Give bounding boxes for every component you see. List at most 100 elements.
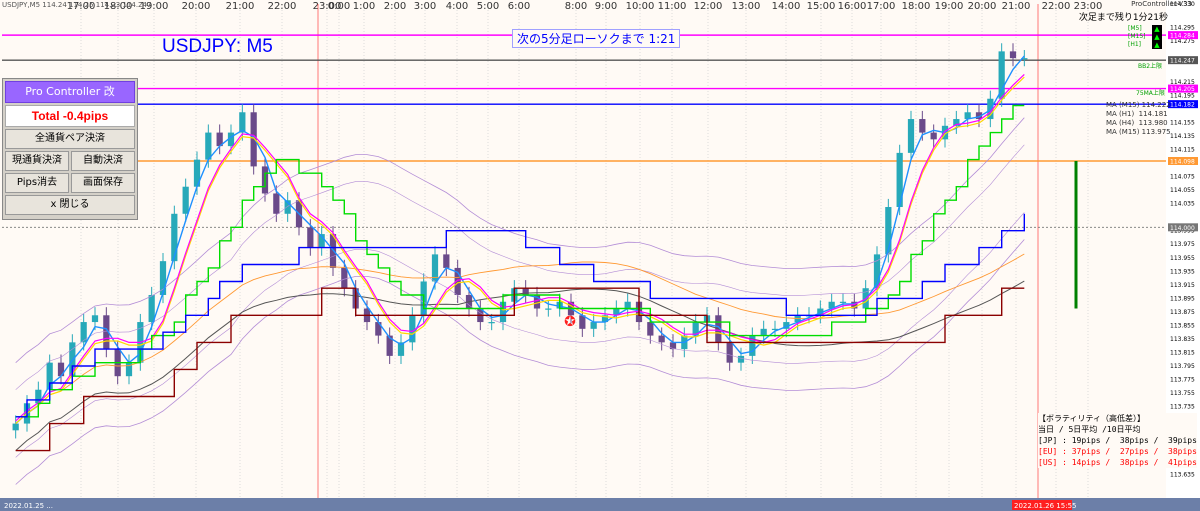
ma-long-line bbox=[15, 280, 1025, 451]
current-pair-close-button[interactable]: 現通貨決済 bbox=[5, 151, 69, 171]
price-level-label: 114.247 bbox=[1170, 58, 1195, 65]
volatility-us: [US] : 14pips / 38pips / 41pips bbox=[1038, 458, 1197, 467]
candle-body bbox=[658, 335, 665, 343]
price-tick-label: 113.775 bbox=[1170, 377, 1195, 384]
price-level-label: 114.000 bbox=[1170, 225, 1195, 232]
time-tick-label: 14:00 bbox=[772, 1, 801, 12]
bb-upper-inner-line bbox=[15, 144, 1025, 390]
total-pips: Total -0.4pips bbox=[5, 105, 135, 127]
candle-body bbox=[522, 288, 529, 295]
candle-body bbox=[171, 213, 178, 262]
volatility-title: 【ボラティリティ（高低差）】 bbox=[1038, 414, 1146, 423]
time-tick-label: 12:00 bbox=[694, 1, 723, 12]
price-tick-label: 113.855 bbox=[1170, 322, 1195, 329]
candle-body bbox=[250, 112, 257, 167]
volatility-eu: [EU] : 37pips / 27pips / 38pips bbox=[1038, 447, 1197, 456]
price-tick-label: 113.915 bbox=[1170, 282, 1195, 289]
time-tick-label: 5:00 bbox=[477, 1, 499, 12]
signal-label-m15: [M15] bbox=[1128, 33, 1146, 40]
candle-body bbox=[91, 315, 99, 323]
bb-lower-line bbox=[15, 239, 1025, 485]
price-level-label: 114.098 bbox=[1170, 158, 1195, 165]
time-tick-label: 8:00 bbox=[565, 1, 587, 12]
green-step-line bbox=[15, 104, 1025, 418]
candle-body bbox=[12, 423, 19, 431]
time-tick-label: 6:00 bbox=[508, 1, 530, 12]
price-tick-label: 113.815 bbox=[1170, 350, 1195, 357]
candle-body bbox=[624, 301, 631, 309]
candle-body bbox=[726, 342, 733, 363]
time-tick-label: 22:00 bbox=[1042, 1, 1071, 12]
volatility-box: 【ボラティリティ（高低差）】 当日 / 5日平均 /10日平均 [JP] : 19p… bbox=[1038, 413, 1197, 468]
price-tick-label: 113.635 bbox=[1170, 471, 1195, 478]
price-tick-label: 114.075 bbox=[1170, 174, 1195, 181]
screen-save-button[interactable]: 画面保存 bbox=[71, 173, 135, 193]
candle-body bbox=[307, 227, 314, 248]
signal-up-icon: ▲ bbox=[1152, 25, 1162, 33]
time-tick-label: 20:00 bbox=[968, 1, 997, 12]
indicator-version: ProController-V33 bbox=[1131, 0, 1192, 8]
candle-body bbox=[737, 355, 745, 363]
all-pairs-close-button[interactable]: 全通貨ペア決済 bbox=[5, 129, 135, 149]
volatility-columns: 当日 / 5日平均 /10日平均 bbox=[1038, 425, 1141, 434]
signal-up-icon: ▲ bbox=[1152, 33, 1162, 41]
candle-body bbox=[205, 132, 212, 160]
time-tick-label: 17:00 bbox=[867, 1, 896, 12]
price-tick-label: 113.875 bbox=[1170, 309, 1195, 316]
price-tick-label: 114.115 bbox=[1170, 146, 1195, 153]
price-tick-label: 113.755 bbox=[1170, 390, 1195, 397]
price-level-label: 114.284 bbox=[1170, 33, 1195, 40]
time-tick-label: 9:00 bbox=[595, 1, 617, 12]
time-tick-label: 13:00 bbox=[732, 1, 761, 12]
price-tick-label: 113.735 bbox=[1170, 404, 1195, 411]
candle-body bbox=[647, 322, 654, 336]
candle-body bbox=[919, 119, 926, 133]
chart-window: 17:00 18:00 19:00 20:00 21:00 22:00 23:00 0:00 1… bbox=[0, 0, 1200, 511]
pips-clear-button[interactable]: Pips消去 bbox=[5, 173, 69, 193]
signal-up-icon: ▲ bbox=[1152, 41, 1162, 49]
signal-label-m5: [M5] bbox=[1128, 25, 1142, 32]
price-tick-label: 114.295 bbox=[1170, 25, 1195, 32]
time-tick-label: 21:00 bbox=[226, 1, 255, 12]
signal-label-h1: [H1] bbox=[1128, 41, 1142, 48]
symbol-title: USDJPY: M5 bbox=[162, 36, 273, 57]
price-tick-label: 113.975 bbox=[1170, 241, 1195, 248]
price-tick-label: 113.835 bbox=[1170, 336, 1195, 343]
ma-yellow-line bbox=[15, 76, 1025, 425]
candle-body bbox=[760, 328, 767, 336]
price-level-label: 114.205 bbox=[1170, 86, 1195, 93]
panel-title[interactable]: Pro Controller 改 bbox=[5, 81, 135, 103]
price-tick-label: 113.935 bbox=[1170, 268, 1195, 275]
bb-upper-line bbox=[15, 117, 1025, 363]
time-tick-label: 19:00 bbox=[935, 1, 964, 12]
price-tick-label: 113.895 bbox=[1170, 295, 1195, 302]
price-chart[interactable]: 17:00 18:00 19:00 20:00 21:00 22:00 23:000:00 1… bbox=[0, 0, 1200, 511]
ma-legend: MA (M15) 114.222 MA (H1) 114.181 MA (H4)… bbox=[1106, 101, 1171, 136]
price-tick-label: 114.135 bbox=[1170, 133, 1195, 140]
price-level-label: 114.182 bbox=[1170, 102, 1195, 109]
star-icon: ✪ bbox=[564, 314, 576, 330]
button-row-1: 現通貨決済 自動決済 bbox=[5, 151, 135, 173]
symbol-info: USDJPY,M5 114.24 114.25 114.23 114.247 bbox=[2, 1, 152, 9]
close-panel-button[interactable]: x 閉じる bbox=[5, 195, 135, 215]
time-tick-label: 15:00 bbox=[807, 1, 836, 12]
auto-close-button[interactable]: 自動決済 bbox=[71, 151, 135, 171]
time-tick-label: 0:00 bbox=[328, 1, 350, 12]
time-tick-label: 2:00 bbox=[384, 1, 406, 12]
time-tick-label: 20:00 bbox=[182, 1, 211, 12]
time-tick-label: 1:00 bbox=[353, 1, 375, 12]
time-tick-label: 22:00 bbox=[268, 1, 297, 12]
candle-body bbox=[159, 261, 167, 295]
blue-step-line bbox=[15, 213, 1025, 418]
price-tick-label: 114.155 bbox=[1170, 119, 1195, 126]
candle-countdown: 次の5分足ローソクまで 1:21 bbox=[512, 29, 681, 48]
candle-body bbox=[998, 51, 1005, 99]
candle-body bbox=[488, 322, 495, 324]
price-tick-label: 114.055 bbox=[1170, 187, 1195, 194]
time-tick-label: 18:00 bbox=[902, 1, 931, 12]
date-strip-label: 2022.01.25 ... bbox=[4, 502, 53, 510]
time-tick-label: 11:00 bbox=[658, 1, 687, 12]
current-date-label: 2022.01.26 15:55 bbox=[1014, 502, 1076, 510]
candle-body bbox=[182, 186, 189, 214]
time-tick-label: 21:00 bbox=[1002, 1, 1031, 12]
